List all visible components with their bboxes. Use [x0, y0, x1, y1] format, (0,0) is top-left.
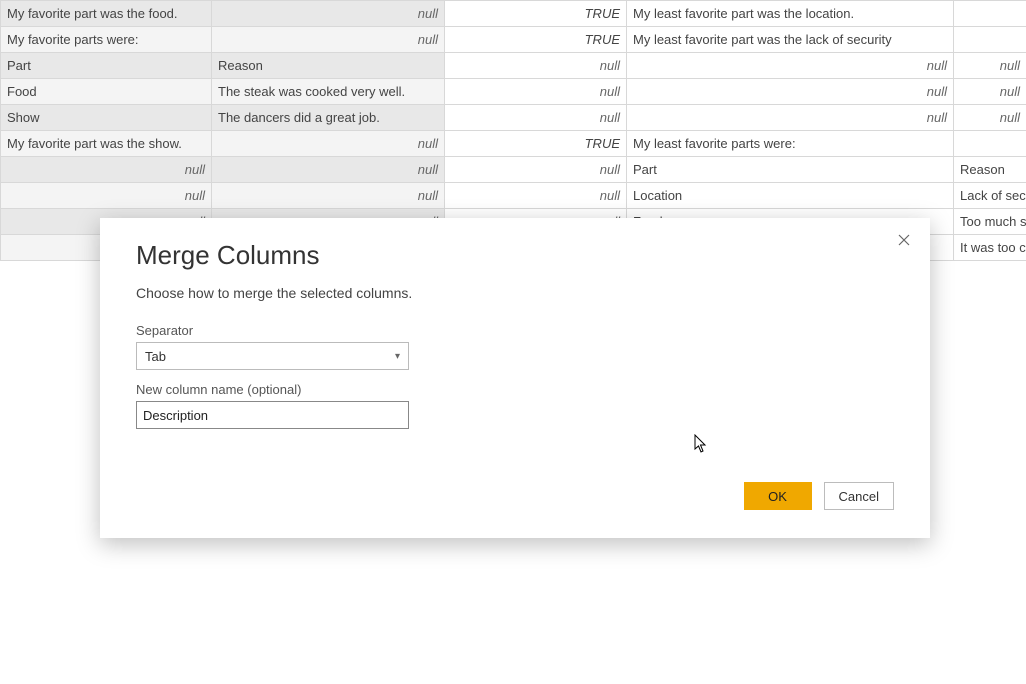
cancel-button[interactable]: Cancel: [824, 482, 894, 510]
table-cell[interactable]: My favorite parts were:: [1, 27, 212, 53]
table-cell[interactable]: The dancers did a great job.: [212, 105, 445, 131]
table-cell[interactable]: My least favorite part was the lack of s…: [627, 27, 954, 53]
ok-button[interactable]: OK: [744, 482, 812, 510]
table-cell[interactable]: My least favorite part was the location.: [627, 1, 954, 27]
new-column-input[interactable]: [136, 401, 409, 429]
table-cell[interactable]: null: [212, 27, 445, 53]
table-cell[interactable]: Reason: [212, 53, 445, 79]
separator-label: Separator: [136, 323, 894, 338]
dialog-title: Merge Columns: [136, 240, 894, 271]
table-cell[interactable]: null: [445, 53, 627, 79]
table-cell[interactable]: My least favorite parts were:: [627, 131, 954, 157]
table-cell[interactable]: My favorite part was the food.: [1, 1, 212, 27]
dialog-buttons: OK Cancel: [744, 482, 894, 510]
dialog-subtitle: Choose how to merge the selected columns…: [136, 285, 894, 301]
table-cell[interactable]: TRUE: [445, 1, 627, 27]
close-icon[interactable]: [892, 228, 916, 252]
table-cell[interactable]: It was too cold: [954, 235, 1026, 261]
table-cell[interactable]: null: [445, 157, 627, 183]
table-cell[interactable]: null: [212, 1, 445, 27]
table-cell[interactable]: Too much salt: [954, 209, 1026, 235]
table-cell[interactable]: Food: [1, 79, 212, 105]
separator-select[interactable]: Tab ▾: [136, 342, 409, 370]
table-cell[interactable]: The steak was cooked very well.: [212, 79, 445, 105]
table-cell[interactable]: null: [445, 183, 627, 209]
table-cell[interactable]: null: [627, 105, 954, 131]
new-column-label: New column name (optional): [136, 382, 894, 397]
table-cell[interactable]: Show: [1, 105, 212, 131]
table-cell[interactable]: Part: [627, 157, 954, 183]
table-cell[interactable]: null: [1, 157, 212, 183]
chevron-down-icon: ▾: [395, 351, 400, 362]
merge-columns-dialog: Merge Columns Choose how to merge the se…: [100, 218, 930, 538]
table-cell[interactable]: null: [954, 105, 1026, 131]
table-cell[interactable]: [954, 27, 1026, 53]
table-cell[interactable]: null: [627, 79, 954, 105]
table-cell[interactable]: TRUE: [445, 27, 627, 53]
table-cell[interactable]: [954, 131, 1026, 157]
table-cell[interactable]: null: [445, 105, 627, 131]
separator-value: Tab: [145, 349, 166, 364]
table-cell[interactable]: null: [627, 53, 954, 79]
table-cell[interactable]: null: [954, 53, 1026, 79]
table-cell[interactable]: Reason: [954, 157, 1026, 183]
table-cell[interactable]: null: [1, 183, 212, 209]
table-cell[interactable]: null: [212, 131, 445, 157]
table-cell[interactable]: Part: [1, 53, 212, 79]
table-cell[interactable]: null: [445, 79, 627, 105]
table-cell[interactable]: null: [212, 183, 445, 209]
table-cell[interactable]: [954, 1, 1026, 27]
table-cell[interactable]: My favorite part was the show.: [1, 131, 212, 157]
table-cell[interactable]: TRUE: [445, 131, 627, 157]
table-cell[interactable]: Lack of security: [954, 183, 1026, 209]
table-cell[interactable]: null: [954, 79, 1026, 105]
table-cell[interactable]: Location: [627, 183, 954, 209]
table-cell[interactable]: null: [212, 157, 445, 183]
